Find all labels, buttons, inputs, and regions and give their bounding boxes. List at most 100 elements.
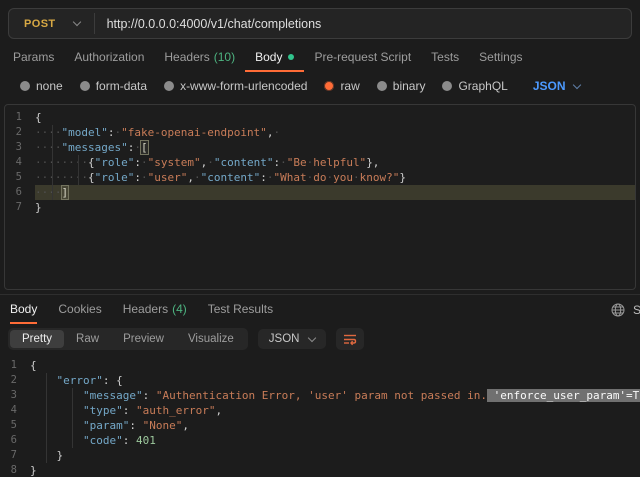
radio-icon — [377, 81, 387, 91]
view-preview[interactable]: Preview — [111, 330, 176, 348]
response-view-switcher: PrettyRawPreviewVisualize — [8, 328, 248, 350]
request-tab-settings[interactable]: Settings — [469, 44, 532, 72]
token-key: "code" — [83, 434, 123, 447]
token-str: "What — [273, 171, 306, 184]
tab-count-badge: (10) — [214, 50, 235, 64]
code-text: "code": 401 — [30, 433, 640, 448]
tab-label: Settings — [479, 50, 522, 64]
method-select[interactable]: POST — [9, 9, 94, 38]
body-type-x-www-form-urlencoded[interactable]: x-www-form-urlencoded — [164, 79, 307, 93]
body-type-raw[interactable]: raw — [324, 79, 359, 93]
token-sp — [30, 434, 83, 447]
token-brk: [ — [141, 141, 148, 154]
code-text: } — [30, 448, 640, 463]
url-input[interactable]: http://0.0.0.0:4000/v1/chat/completions — [95, 9, 631, 38]
line-number: 4 — [5, 155, 35, 170]
response-tab-cookies[interactable]: Cookies — [58, 295, 101, 324]
token-str: "user" — [148, 171, 188, 184]
response-tabs: BodyCookiesHeaders(4)Test Results S — [0, 295, 640, 324]
token-key: "error" — [57, 374, 103, 387]
token-str: "system" — [148, 156, 201, 169]
token-pun: : — [134, 171, 141, 184]
radio-label: GraphQL — [458, 79, 507, 93]
token-ws: ···· — [35, 126, 62, 139]
request-url-row: POST http://0.0.0.0:4000/v1/chat/complet… — [0, 0, 640, 39]
line-number: 5 — [5, 170, 35, 185]
request-body-editor[interactable]: 1{2····"model":·"fake-openai-endpoint",·… — [4, 104, 636, 290]
body-type-graphql[interactable]: GraphQL — [442, 79, 507, 93]
code-text: ····] — [35, 185, 635, 200]
tab-label: Pre-request Script — [314, 50, 411, 64]
code-text: ····"model":·"fake-openai-endpoint",· — [35, 125, 635, 140]
token-ws: · — [273, 126, 280, 139]
token-pun: { — [35, 111, 42, 124]
wrap-text-icon — [343, 333, 358, 346]
body-type-none[interactable]: none — [20, 79, 63, 93]
token-sp — [30, 449, 57, 462]
line-number: 5 — [0, 418, 30, 433]
request-tab-headers[interactable]: Headers (10) — [154, 44, 245, 72]
response-body-viewer[interactable]: 1{2 "error": {3 "message": "Authenticati… — [0, 354, 640, 477]
token-pun: } — [30, 464, 37, 477]
request-tab-authorization[interactable]: Authorization — [64, 44, 154, 72]
token-pun: : — [143, 389, 156, 402]
response-code: 1{2 "error": {3 "message": "Authenticati… — [0, 358, 640, 477]
line-number: 1 — [0, 358, 30, 373]
request-tab-body[interactable]: Body — [245, 44, 304, 72]
line-number: 7 — [5, 200, 35, 215]
response-language-select[interactable]: JSON — [258, 329, 327, 349]
request-tabs: Params Authorization Headers (10) Body Pre-re… — [0, 44, 640, 72]
body-type-binary[interactable]: binary — [377, 79, 426, 93]
code-line: 6 "code": 401 — [0, 433, 640, 448]
network-globe-icon[interactable] — [611, 303, 625, 317]
token-str: do — [313, 171, 326, 184]
token-sel: 'enforce_user_param'=True" — [487, 389, 640, 402]
view-visualize[interactable]: Visualize — [176, 330, 246, 348]
response-tab-headers[interactable]: Headers(4) — [123, 295, 187, 324]
radio-icon — [164, 81, 174, 91]
tab-label: Headers — [164, 50, 209, 64]
body-type-form-data[interactable]: form-data — [80, 79, 147, 93]
code-text: ········{"role":·"system",·"content":·"B… — [35, 155, 635, 170]
token-str: know?" — [360, 171, 400, 184]
indent-guide — [46, 373, 47, 463]
code-line: 2····"model":·"fake-openai-endpoint",· — [5, 125, 635, 140]
token-pun: }, — [366, 156, 379, 169]
token-ws: ········ — [35, 171, 88, 184]
request-tab-tests[interactable]: Tests — [421, 44, 469, 72]
method-label: POST — [24, 18, 56, 30]
view-pretty[interactable]: Pretty — [10, 330, 64, 348]
wrap-text-button[interactable] — [336, 328, 364, 350]
token-key: "param" — [83, 419, 129, 432]
chevron-down-icon — [572, 80, 580, 88]
token-ws: · — [194, 171, 201, 184]
token-brk: ] — [62, 186, 69, 199]
request-language-select[interactable]: JSON — [533, 79, 580, 93]
indent-guide — [72, 388, 73, 448]
request-tab-pre-request-script[interactable]: Pre-request Script — [304, 44, 421, 72]
code-line: 7 } — [0, 448, 640, 463]
code-line: 8} — [0, 463, 640, 477]
tab-label: Params — [13, 50, 54, 64]
token-pun: { — [30, 359, 37, 372]
token-pun: : — [123, 404, 136, 417]
code-line: 5········{"role":·"user",·"content":·"Wh… — [5, 170, 635, 185]
token-pun: , — [182, 419, 189, 432]
tab-label: Tests — [431, 50, 459, 64]
token-str: "fake-openai-endpoint" — [121, 126, 267, 139]
response-tab-test-results[interactable]: Test Results — [208, 295, 273, 324]
request-code: 1{2····"model":·"fake-openai-endpoint",·… — [5, 110, 635, 215]
code-text: } — [35, 200, 635, 215]
tab-count-badge: (4) — [172, 302, 187, 316]
token-ws: · — [141, 171, 148, 184]
token-num: 401 — [136, 434, 156, 447]
radio-label: binary — [393, 79, 426, 93]
radio-icon — [324, 81, 334, 91]
request-tab-params[interactable]: Params — [3, 44, 64, 72]
body-type-options: none form-data x-www-form-urlencoded raw bin… — [20, 79, 508, 93]
radio-label: x-www-form-urlencoded — [180, 79, 307, 93]
response-tab-body[interactable]: Body — [10, 295, 37, 324]
tab-label: Authorization — [74, 50, 144, 64]
code-text: { — [35, 110, 635, 125]
view-raw[interactable]: Raw — [64, 330, 111, 348]
